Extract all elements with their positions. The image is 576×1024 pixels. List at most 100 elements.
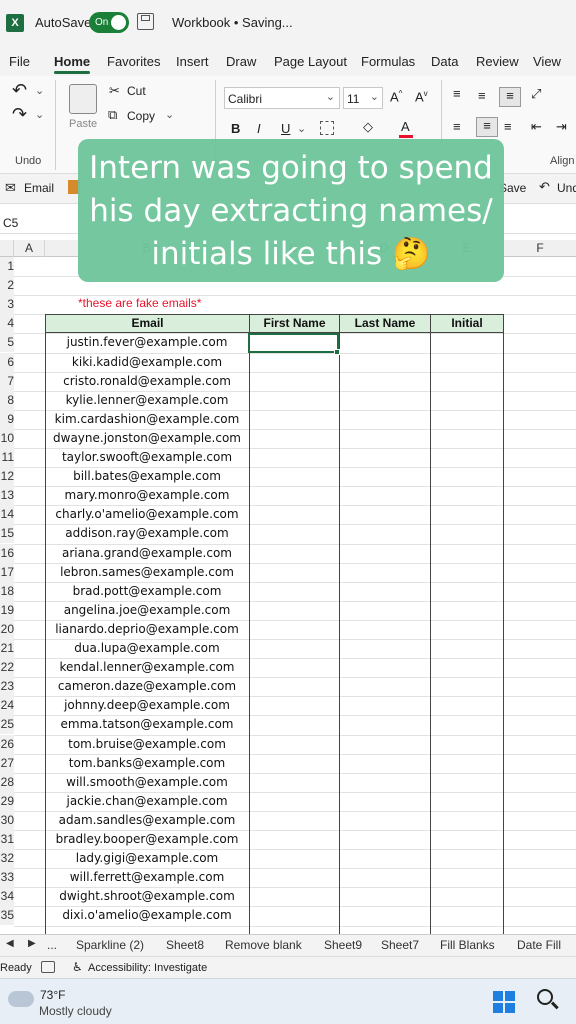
weather-temperature[interactable]: 73°F — [40, 988, 65, 1002]
sheet-tab-fill-blanks[interactable]: Fill Blanks — [440, 938, 495, 952]
row-header[interactable]: 25 — [0, 715, 14, 735]
search-icon-handle — [551, 1001, 559, 1009]
email-cell[interactable]: dua.lupa@example.com — [45, 639, 249, 658]
row-header[interactable]: 3 — [0, 295, 14, 315]
accessibility-icon[interactable]: ♿ — [72, 960, 83, 974]
caption-text: Intern was going to spend his day extrac… — [78, 147, 504, 276]
email-cell[interactable]: will.ferrett@example.com — [45, 868, 249, 887]
row-header[interactable]: 30 — [0, 810, 14, 830]
email-cell[interactable]: dwayne.jonston@example.com — [45, 429, 249, 448]
email-cell[interactable]: jackie.chan@example.com — [45, 792, 249, 811]
status-bar: Ready ♿ Accessibility: Investigate — [0, 956, 576, 978]
row-header[interactable]: 11 — [0, 448, 14, 467]
email-cell[interactable]: brad.pott@example.com — [45, 582, 249, 601]
email-cell[interactable]: justin.fever@example.com — [45, 333, 249, 352]
table-border — [339, 314, 340, 934]
row-header[interactable]: 17 — [0, 562, 14, 582]
email-cell[interactable]: mary.monro@example.com — [45, 486, 249, 505]
email-cell[interactable]: ariana.grand@example.com — [45, 544, 249, 563]
row-header[interactable]: 9 — [0, 409, 14, 429]
caption-line-3: initials like this 🤔 — [151, 236, 431, 272]
row-header[interactable]: 27 — [0, 753, 14, 773]
header-last-name[interactable]: Last Name — [339, 314, 431, 333]
row-header[interactable]: 23 — [0, 677, 14, 697]
row-header[interactable]: 19 — [0, 600, 14, 620]
email-cell[interactable]: lianardo.deprio@example.com — [45, 620, 249, 639]
accessibility-status[interactable]: Accessibility: Investigate — [88, 962, 207, 974]
row-header[interactable]: 5 — [0, 333, 14, 353]
email-cell[interactable]: emma.tatson@example.com — [45, 715, 249, 734]
row-header[interactable]: 22 — [0, 658, 14, 678]
sheet-tab-sparkline-2[interactable]: Sparkline (2) — [76, 938, 144, 952]
email-cell[interactable]: bradley.booper@example.com — [45, 830, 249, 849]
row-header[interactable]: 34 — [0, 887, 14, 907]
header-email[interactable]: Email — [45, 314, 250, 333]
email-cell[interactable]: kiki.kadid@example.com — [45, 353, 249, 372]
row-header[interactable]: 2 — [0, 276, 14, 296]
email-cell[interactable]: kylie.lenner@example.com — [45, 391, 249, 410]
row-header[interactable]: 20 — [0, 619, 14, 639]
row-header[interactable]: 32 — [0, 849, 14, 869]
row-header[interactable]: 31 — [0, 830, 14, 849]
next-sheet-icon[interactable]: ▶ — [28, 938, 36, 949]
sheet-tab-sheet7[interactable]: Sheet7 — [381, 938, 419, 952]
row-header[interactable]: 12 — [0, 467, 14, 487]
table-border — [249, 314, 250, 934]
sheet-tab-sheet8[interactable]: Sheet8 — [166, 938, 204, 952]
row-header[interactable]: 8 — [0, 390, 14, 410]
email-cell[interactable]: kim.cardashion@example.com — [45, 410, 249, 429]
email-cell[interactable]: charly.o'amelio@example.com — [45, 505, 249, 524]
row-header[interactable]: 16 — [0, 543, 14, 563]
row-header[interactable]: 18 — [0, 581, 14, 601]
row-header[interactable]: 33 — [0, 868, 14, 888]
caption-line-1: Intern was going to spend — [89, 150, 493, 186]
row-header[interactable]: 24 — [0, 696, 14, 716]
windows-start-icon[interactable] — [493, 991, 515, 1013]
more-sheets-button[interactable]: ... — [47, 938, 57, 952]
row-header[interactable]: 15 — [0, 524, 14, 544]
email-cell[interactable]: will.smooth@example.com — [45, 773, 249, 792]
sheet-tab-bar: ◀ ▶ ... Sparkline (2) Sheet8 Remove blan… — [0, 934, 576, 956]
row-header[interactable]: 7 — [0, 371, 14, 391]
row-header[interactable]: 35 — [0, 906, 14, 926]
email-cell[interactable]: addison.ray@example.com — [45, 524, 249, 543]
email-cell[interactable]: dwight.shroot@example.com — [45, 887, 249, 906]
email-cell[interactable]: lebron.sames@example.com — [45, 563, 249, 582]
email-cell[interactable]: johnny.deep@example.com — [45, 696, 249, 715]
row-header[interactable]: 29 — [0, 791, 14, 811]
email-cell[interactable]: cristo.ronald@example.com — [45, 372, 249, 391]
email-cell[interactable]: taylor.swooft@example.com — [45, 448, 249, 467]
sheet-tab-remove-blank[interactable]: Remove blank — [225, 938, 302, 952]
cloud-icon[interactable] — [8, 991, 34, 1007]
prev-sheet-icon[interactable]: ◀ — [6, 938, 14, 949]
email-cell[interactable]: adam.sandles@example.com — [45, 811, 249, 830]
row-header[interactable]: 26 — [0, 734, 14, 754]
sheet-tab-sheet9[interactable]: Sheet9 — [324, 938, 362, 952]
row-header[interactable]: 14 — [0, 505, 14, 525]
fill-handle[interactable] — [334, 349, 340, 355]
email-cell[interactable]: kendal.lenner@example.com — [45, 658, 249, 677]
email-cell[interactable]: cameron.daze@example.com — [45, 677, 249, 696]
email-cell[interactable]: angelina.joe@example.com — [45, 601, 249, 620]
email-cell[interactable]: tom.banks@example.com — [45, 754, 249, 773]
row-header[interactable]: 4 — [0, 314, 14, 334]
camera-icon[interactable] — [41, 961, 55, 973]
windows-taskbar: 73°F Mostly cloudy — [0, 978, 576, 1024]
row-header[interactable]: 21 — [0, 639, 14, 658]
email-cell[interactable]: dixi.o'amelio@example.com — [45, 906, 249, 925]
row-header[interactable]: 6 — [0, 352, 14, 372]
email-cell[interactable]: lady.gigi@example.com — [45, 849, 249, 868]
row-header[interactable]: 1 — [0, 257, 14, 276]
row-header[interactable]: 10 — [0, 428, 14, 448]
row-header[interactable]: 28 — [0, 772, 14, 792]
table-border — [45, 314, 46, 934]
email-cell[interactable]: bill.bates@example.com — [45, 467, 249, 486]
row-header[interactable]: 13 — [0, 486, 14, 506]
weather-description[interactable]: Mostly cloudy — [39, 1004, 112, 1018]
header-initial[interactable]: Initial — [430, 314, 504, 333]
selected-cell[interactable] — [248, 333, 339, 353]
email-cell[interactable]: tom.bruise@example.com — [45, 735, 249, 754]
header-first-name[interactable]: First Name — [249, 314, 340, 333]
caption-line-2: his day extracting names/ — [89, 193, 493, 229]
sheet-tab-date-fill[interactable]: Date Fill — [517, 938, 561, 952]
